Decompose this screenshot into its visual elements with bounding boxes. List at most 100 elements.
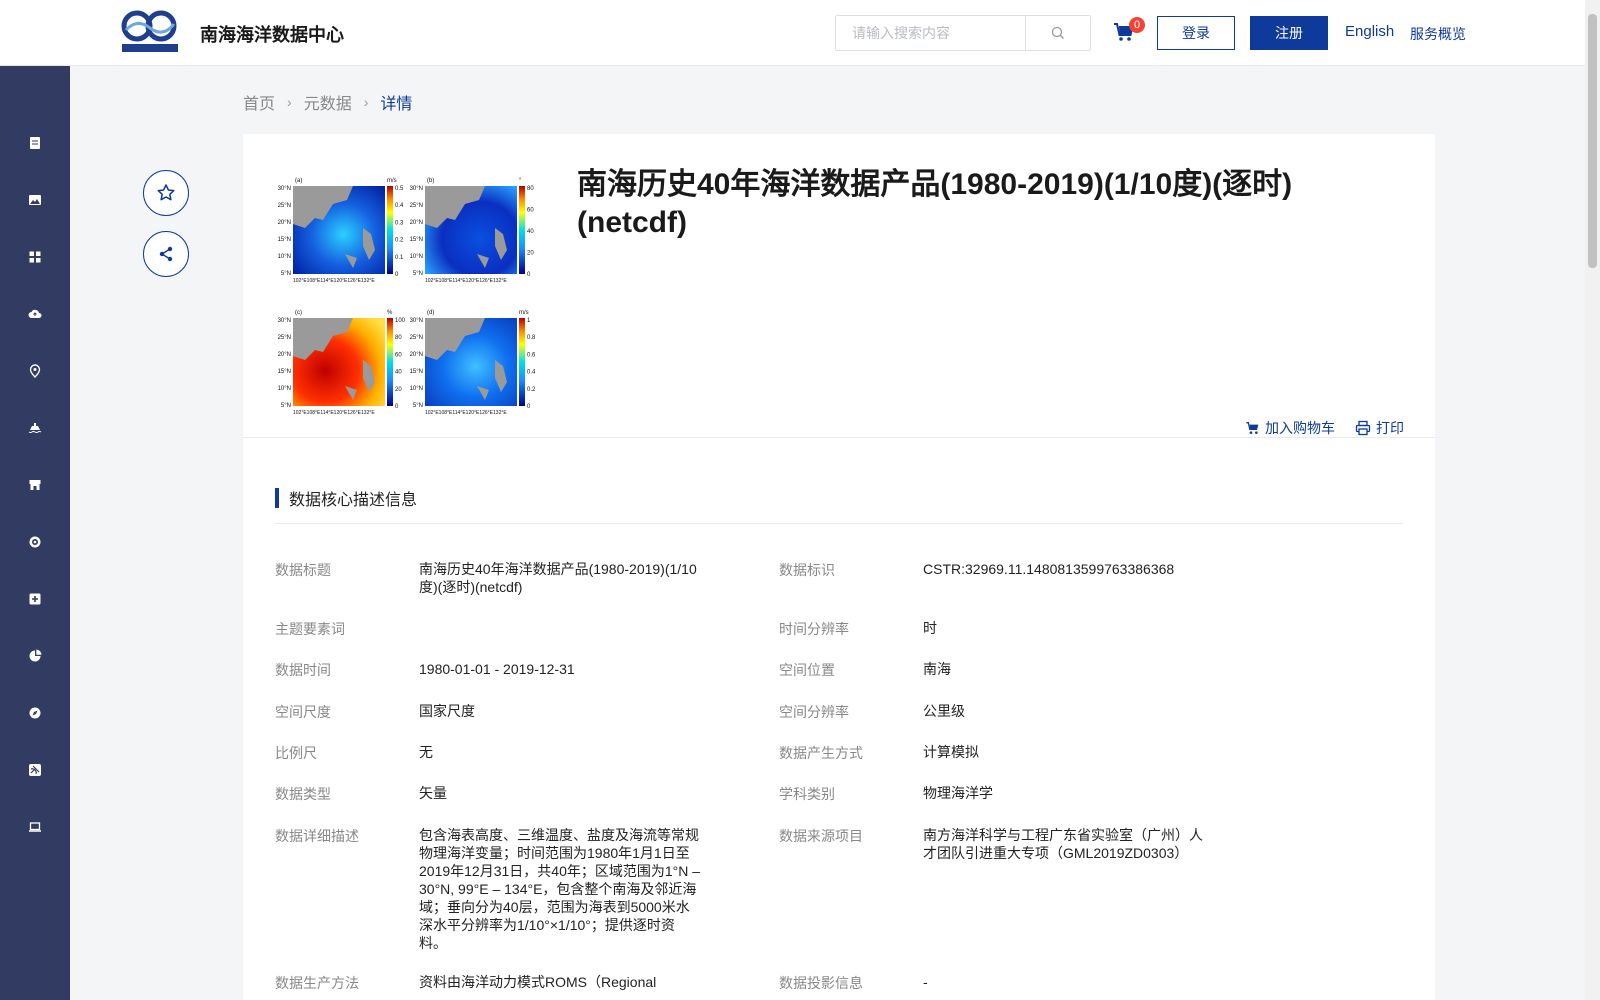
field-label-time-resolution: 时间分辨率 [779,621,849,637]
breadcrumb-metadata[interactable]: 元数据 [304,90,352,114]
cart-count-badge: 0 [1129,17,1145,33]
colorbar-tick-label: 0 [527,404,531,410]
section-header: 数据核心描述信息 [275,486,417,510]
search-icon [1051,26,1064,39]
sidebar-item-satellite[interactable] [0,750,70,790]
card-divider [243,437,1435,438]
latitude-tick-label: 15°N [410,237,423,243]
field-label-keywords: 主题要素词 [275,621,345,637]
field-label-spatial-location: 空间位置 [779,662,835,678]
star-icon [157,184,175,201]
field-label-scale: 比例尺 [275,745,317,761]
search-box [835,15,1091,51]
field-label-spatial-resolution: 空间分辨率 [779,704,849,720]
image-icon [29,195,41,205]
cart-button[interactable]: 0 [1112,17,1145,46]
register-button[interactable]: 注册 [1250,16,1328,50]
sidebar-item-location[interactable] [0,351,70,391]
latitude-tick-label: 25°N [410,203,423,209]
target-icon [29,536,41,548]
colorbar-tick-label: 40 [527,229,534,235]
add-to-cart-label: 加入购物车 [1265,420,1335,436]
field-label-production-method: 数据生产方法 [275,975,359,991]
field-label-projection: 数据投影信息 [779,975,863,991]
search-input[interactable] [836,16,1026,50]
latitude-tick-label: 15°N [278,237,291,243]
field-label-data-type: 数据类型 [275,786,331,802]
colorbar-tick-label: 0.6 [527,352,536,358]
medical-box-icon [29,593,41,605]
section-divider [275,523,1403,524]
scrollbar-thumb[interactable] [1588,14,1597,268]
site-title[interactable]: 南海海洋数据中心 [200,21,344,47]
login-button[interactable]: 登录 [1157,16,1235,50]
print-button[interactable]: 打印 [1355,418,1404,438]
sidebar-item-image[interactable] [0,180,70,220]
dataset-detail-card: (a) m/s 0.5 0.4 0.3 0.2 0.1 0 30°N 25°N 20°N 15°N 10… [243,134,1435,1000]
field-label-data-title: 数据标题 [275,562,331,578]
scsodc-logo[interactable] [120,8,180,54]
sidebar-item-compass[interactable] [0,693,70,733]
sidebar-item-document[interactable] [0,123,70,163]
add-to-cart-button[interactable]: 加入购物车 [1245,418,1335,438]
colorbar-tick-label: 0.4 [395,203,404,209]
colorbar-tick-label: 60 [395,352,402,358]
colorbar-tick-label: 100 [395,318,406,324]
sidebar-item-target[interactable] [0,522,70,562]
field-value-time-resolution: 时 [923,620,937,636]
colorbar-tick-label: 0.3 [395,220,404,226]
grid-icon [29,251,41,263]
panel-letter-label: (d) [427,310,434,316]
colorbar-tick-label: 0.1 [395,255,404,261]
chevron-right-icon: › [363,94,369,110]
compass-icon [29,707,41,719]
latitude-tick-label: 20°N [278,352,291,358]
panel-letter-label: (a) [295,178,302,184]
service-overview-link[interactable]: 服务概览 [1410,24,1466,44]
dataset-title: 南海历史40年海洋数据产品(1980-2019)(1/10度)(逐时)(netc… [577,168,1293,239]
field-value-source-project: 南方海洋科学与工程广东省实验室（广州）人才团队引进重大专项（GML2019ZD0… [923,827,1203,861]
field-value-description: 包含海表高度、三维温度、盐度及海流等常规物理海洋变量；时间范围为1980年1月1… [419,827,701,951]
printer-icon [1355,420,1371,436]
thumbnail-panel-a [293,186,393,274]
share-button[interactable] [143,231,189,277]
favorite-button[interactable] [143,170,189,216]
latitude-tick-label: 10°N [278,254,291,260]
latitude-tick-label: 25°N [410,335,423,341]
colorbar-tick-label: 20 [527,251,534,257]
colorbar-tick-label: 0.5 [395,186,404,192]
field-label-description: 数据详细描述 [275,828,359,844]
page-scrollbar[interactable] [1585,0,1600,1000]
cloud-upload-icon [28,309,42,318]
pie-chart-icon [29,649,42,662]
latitude-tick-label: 5°N [413,271,423,277]
colorbar-tick-label: 0 [527,272,531,278]
sidebar-item-medical[interactable] [0,579,70,619]
field-value-data-type: 矢量 [419,785,447,801]
sidebar-item-cloud-upload[interactable] [0,294,70,334]
breadcrumb-home[interactable]: 首页 [243,90,275,114]
language-switch-link[interactable]: English [1345,23,1394,40]
sidebar-item-grid[interactable] [0,237,70,277]
sidebar-item-ship[interactable] [0,408,70,448]
field-label-spatial-scale: 空间尺度 [275,704,331,720]
latitude-tick-label: 20°N [278,220,291,226]
sidebar-item-shop[interactable] [0,465,70,505]
section-title: 数据核心描述信息 [289,492,418,509]
field-label-data-id: 数据标识 [779,562,835,578]
colorbar-tick-label: 80 [527,186,534,192]
breadcrumb: 首页 › 元数据 › 详情 [243,90,412,114]
sidebar-item-laptop[interactable] [0,807,70,847]
longitude-tick-labels: 102°E108°E114°E120°E126°E132°E [293,278,375,284]
sidebar-item-chart[interactable] [0,636,70,676]
breadcrumb-current: 详情 [380,96,413,113]
latitude-tick-label: 15°N [278,369,291,375]
colorbar-unit-label: ° [519,178,522,184]
search-button[interactable] [1025,16,1090,50]
field-label-discipline: 学科类别 [779,786,835,802]
colorbar-tick-label: 1 [527,318,531,324]
colorbar-tick-label: 0 [395,404,399,410]
latitude-tick-label: 25°N [278,203,291,209]
field-value-data-time: 1980-01-01 - 2019-12-31 [419,661,575,677]
location-pin-icon [29,364,41,378]
